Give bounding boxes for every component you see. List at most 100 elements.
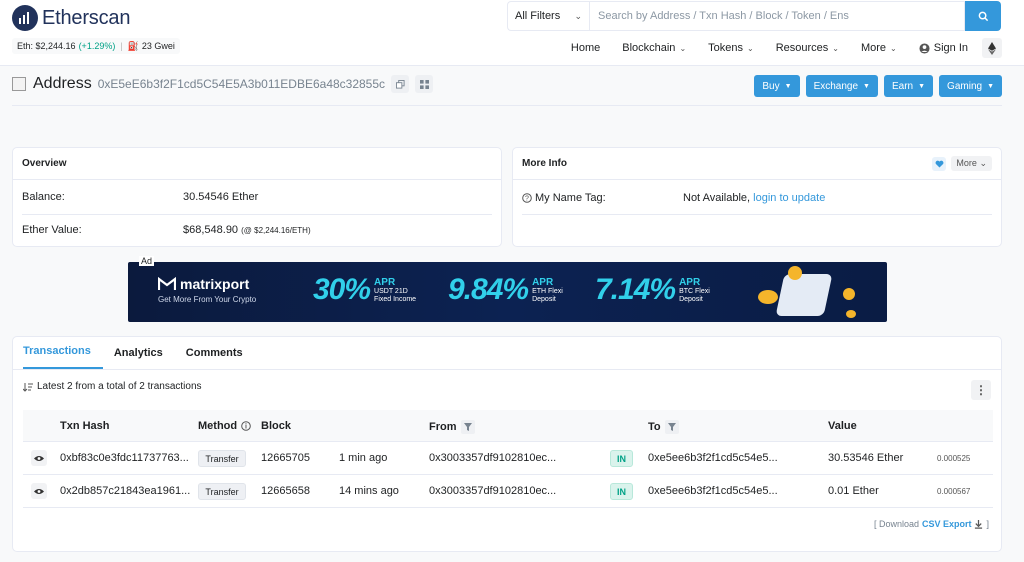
ad-banner[interactable]: matrixport Get More From Your Crypto 30%… xyxy=(128,262,887,322)
ad-offer-eth: 9.84% APR ETH Flexi Deposit xyxy=(448,273,563,307)
login-to-update-link[interactable]: login to update xyxy=(753,192,825,204)
table-row: 0xbf83c0e3fdc11737763... Transfer 126657… xyxy=(23,442,993,475)
offer-percent: 9.84% xyxy=(448,273,529,306)
filter-icon xyxy=(667,423,676,431)
offer-line2: Deposit xyxy=(532,295,556,303)
preview-button[interactable] xyxy=(31,450,47,466)
block-link[interactable]: 12665658 xyxy=(261,485,310,497)
nav-blockchain-label: Blockchain xyxy=(622,42,676,54)
nav-resources[interactable]: Resources ⌄ xyxy=(776,42,839,54)
nav-resources-label: Resources xyxy=(775,42,829,54)
col-block: Block xyxy=(261,420,291,432)
csv-export-link[interactable]: CSV Export xyxy=(922,519,972,529)
ad-brand-name: matrixport xyxy=(180,276,250,292)
etherscan-logo-icon xyxy=(12,5,38,31)
ad-offer-btc: 7.14% APR BTC Flexi Deposit xyxy=(595,273,710,307)
tx-age: 1 min ago xyxy=(339,452,388,464)
col-from: From xyxy=(429,420,475,434)
filter-from-button[interactable] xyxy=(460,420,475,434)
direction-badge: IN xyxy=(610,483,633,500)
offer-line2: Fixed Income xyxy=(374,295,417,303)
chevron-down-icon: ⌄ xyxy=(679,43,687,53)
search-bar: All Filters ⌄ xyxy=(507,1,1001,31)
table-options-button[interactable]: ⋮ xyxy=(971,380,991,400)
offer-apr: APR xyxy=(679,276,701,288)
tab-comments[interactable]: Comments xyxy=(186,347,255,369)
from-address-link[interactable]: 0x3003357df9102810ec... xyxy=(429,452,556,464)
nav-tokens[interactable]: Tokens ⌄ xyxy=(708,42,754,54)
balance-value: 30.54546 Ether xyxy=(183,191,259,203)
more-button-label: More xyxy=(956,158,977,168)
action-buttons: Buy ▼ Exchange ▼ Earn ▼ Gaming ▼ xyxy=(754,75,1002,97)
nav-blockchain[interactable]: Blockchain ⌄ xyxy=(622,42,686,54)
ad-label: Ad xyxy=(139,256,155,266)
nav-sign-in[interactable]: Sign In xyxy=(919,42,968,54)
nav-more-label: More xyxy=(860,42,887,54)
preview-button[interactable] xyxy=(31,483,47,499)
ad-brand: matrixport Get More From Your Crypto xyxy=(158,276,256,304)
buy-button[interactable]: Buy ▼ xyxy=(754,75,800,97)
nav-tokens-label: Tokens xyxy=(708,42,743,54)
overview-header: Overview xyxy=(13,148,501,180)
offer-line1: ETH Flexi xyxy=(532,287,563,295)
filter-icon xyxy=(463,423,472,431)
ad-tagline: Get More From Your Crypto xyxy=(158,295,257,304)
offer-line2: Deposit xyxy=(679,295,703,303)
col-block-label: Block xyxy=(261,420,291,432)
heart-icon xyxy=(935,160,944,168)
sort-icon xyxy=(23,382,33,392)
qr-code-icon xyxy=(419,79,429,89)
buy-label: Buy xyxy=(762,80,780,92)
method-badge: Transfer xyxy=(198,483,246,500)
name-tag-value: Not Available, login to update xyxy=(683,192,825,204)
tab-bar: Transactions Analytics Comments xyxy=(13,337,1001,370)
txn-hash-link[interactable]: 0xbf83c0e3fdc11737763... xyxy=(60,452,189,464)
watchlist-button[interactable] xyxy=(932,156,947,171)
tab-transactions[interactable]: Transactions xyxy=(23,345,103,369)
eth-price-ticker: Eth: $2,244.16 (+1.29%) | ⛽ 23 Gwei xyxy=(12,38,180,54)
more-info-more-button[interactable]: More ⌄ xyxy=(951,156,992,171)
network-switcher[interactable] xyxy=(982,38,1002,58)
chevron-down-icon: ⌄ xyxy=(574,10,582,21)
ad-offer-usdt: 30% APR USDT 21D Fixed Income xyxy=(313,273,416,307)
download-prefix: [ Download xyxy=(873,519,919,529)
from-address-link[interactable]: 0x3003357df9102810ec... xyxy=(429,485,556,497)
chevron-down-icon: ⌄ xyxy=(747,43,754,53)
txn-hash-link[interactable]: 0x2db857c21843ea1961... xyxy=(60,485,190,497)
gaming-label: Gaming xyxy=(947,80,983,92)
nav-home[interactable]: Home xyxy=(571,42,600,54)
ether-value: $68,548.90 (@ $2,244.16/ETH) xyxy=(183,224,311,236)
table-header: Txn Hash Method i Block From To Value xyxy=(23,410,993,442)
info-circle-icon[interactable]: i xyxy=(241,421,251,431)
tx-summary: Latest 2 from a total of 2 transactions xyxy=(23,381,202,392)
overview-title: Overview xyxy=(22,158,67,169)
csv-export: [ Download CSV Export ] xyxy=(874,519,989,529)
exchange-button[interactable]: Exchange ▼ xyxy=(805,75,878,97)
to-address: 0xe5ee6b3f2f1cd5c54e5... xyxy=(648,485,778,497)
nav-more[interactable]: More ⌄ xyxy=(861,42,897,54)
eth-price-change: (+1.29%) xyxy=(78,41,116,51)
tab-analytics[interactable]: Analytics xyxy=(114,347,175,369)
search-icon xyxy=(978,11,988,21)
copy-address-button[interactable] xyxy=(391,75,410,93)
col-txn-hash: Txn Hash xyxy=(60,420,110,432)
block-link[interactable]: 12665705 xyxy=(261,452,310,464)
search-input[interactable] xyxy=(589,1,965,31)
tx-summary-text: Latest 2 from a total of 2 transactions xyxy=(37,381,202,392)
search-button[interactable] xyxy=(965,1,1001,31)
nav-home-label: Home xyxy=(570,42,601,54)
name-tag-status: Not Available, xyxy=(683,192,751,204)
more-info-card: More Info More ⌄ ? My Name Tag: Not Avai… xyxy=(512,147,1002,247)
qr-code-button[interactable] xyxy=(415,75,434,93)
tx-fee: 0.000567 xyxy=(937,487,971,496)
col-method: Method i xyxy=(198,420,251,432)
nav-sign-in-label: Sign In xyxy=(933,42,968,54)
etherscan-logo[interactable]: Etherscan xyxy=(12,5,130,31)
gaming-button[interactable]: Gaming ▼ xyxy=(939,75,1002,97)
eye-icon xyxy=(34,488,44,494)
col-to-label: To xyxy=(648,421,661,433)
offer-apr: APR xyxy=(374,276,396,288)
search-filter-select[interactable]: All Filters ⌄ xyxy=(507,1,589,31)
earn-button[interactable]: Earn ▼ xyxy=(883,75,934,97)
filter-to-button[interactable] xyxy=(664,420,679,434)
